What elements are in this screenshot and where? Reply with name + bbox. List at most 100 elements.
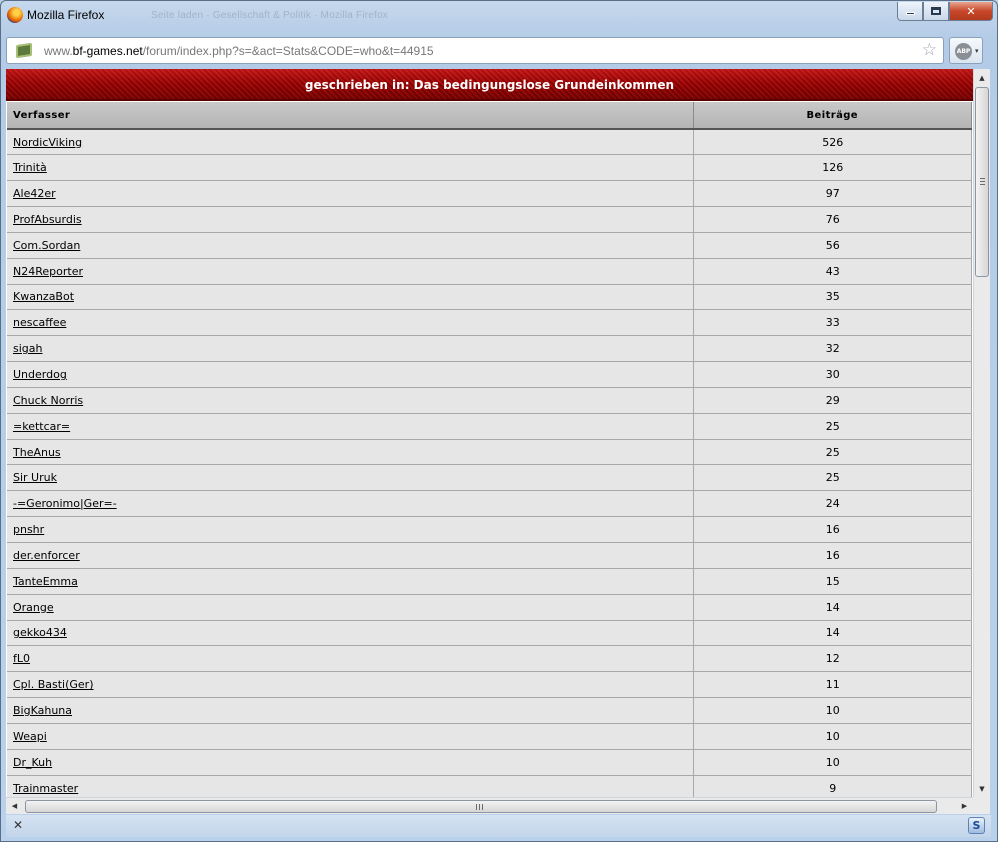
author-cell: -=Geronimo|Ger=- — [7, 490, 694, 518]
adblock-plus-button[interactable]: ABP ▾ — [949, 37, 983, 64]
table-row: Cpl. Basti(Ger) 11 — [7, 671, 972, 699]
bookmark-star-icon[interactable]: ☆ — [922, 40, 937, 60]
scroll-up-arrow-icon[interactable]: ▲ — [974, 69, 990, 86]
author-cell: ProfAbsurdis — [7, 206, 694, 233]
url-bar[interactable]: www.bf-games.net/forum/index.php?s=&act=… — [6, 37, 944, 64]
close-button[interactable]: ✕ — [949, 2, 993, 21]
table-row: N24Reporter 43 — [7, 258, 972, 285]
author-cell: Weapi — [7, 723, 694, 750]
author-link[interactable]: Weapi — [13, 730, 47, 743]
author-link[interactable]: pnshr — [13, 523, 44, 536]
table-row: fL0 12 — [7, 645, 972, 673]
url-prefix: www. — [44, 44, 73, 58]
table-row: TheAnus 25 — [7, 439, 972, 466]
posts-count: 526 — [693, 129, 972, 156]
table-row: nescaffee 33 — [7, 309, 972, 337]
grip-icon — [476, 804, 483, 810]
table-row: gekko434 14 — [7, 620, 972, 647]
author-link[interactable]: Chuck Norris — [13, 394, 83, 407]
author-link[interactable]: =kettcar= — [13, 420, 70, 433]
firefox-logo-icon — [7, 7, 23, 23]
posts-count: 10 — [693, 749, 972, 776]
close-addon-bar-icon[interactable]: ✕ — [13, 818, 23, 832]
author-cell: Trainmaster — [7, 775, 694, 797]
author-link[interactable]: -=Geronimo|Ger=- — [13, 497, 117, 510]
title-bar[interactable]: Mozilla Firefox Seite laden · Gesellscha… — [1, 1, 997, 31]
vertical-scrollbar[interactable]: ▲ ▼ — [973, 69, 990, 797]
author-link[interactable]: sigah — [13, 342, 42, 355]
posts-count: 126 — [693, 154, 972, 182]
author-link[interactable]: gekko434 — [13, 626, 67, 639]
posts-count: 24 — [693, 490, 972, 518]
author-link[interactable]: NordicViking — [13, 136, 82, 149]
author-link[interactable]: KwanzaBot — [13, 290, 74, 303]
author-link[interactable]: TheAnus — [13, 446, 61, 459]
minimize-button[interactable] — [897, 2, 923, 21]
table-row: Com.Sordan 56 — [7, 232, 972, 259]
author-link[interactable]: der.enforcer — [13, 549, 80, 562]
url-text[interactable]: www.bf-games.net/forum/index.php?s=&act=… — [44, 44, 434, 58]
author-cell: Sir Uruk — [7, 464, 694, 492]
posts-count: 11 — [693, 671, 972, 699]
author-link[interactable]: Sir Uruk — [13, 471, 57, 484]
posts-count: 43 — [693, 258, 972, 285]
minimize-icon — [905, 12, 915, 15]
author-cell: Dr_Kuh — [7, 749, 694, 776]
status-bar: ✕ S — [6, 815, 991, 837]
maximize-button[interactable] — [923, 2, 949, 21]
vertical-scroll-thumb[interactable] — [975, 87, 989, 277]
author-link[interactable]: BigKahuna — [13, 704, 72, 717]
author-link[interactable]: ProfAbsurdis — [13, 213, 82, 226]
author-link[interactable]: Dr_Kuh — [13, 756, 52, 769]
author-link[interactable]: Underdog — [13, 368, 67, 381]
column-header-author: Verfasser — [7, 102, 694, 130]
author-link[interactable]: nescaffee — [13, 316, 66, 329]
table-row: Chuck Norris 29 — [7, 387, 972, 414]
posts-count: 25 — [693, 439, 972, 466]
scroll-right-arrow-icon[interactable]: ▶ — [956, 798, 973, 814]
table-row: Trinità 126 — [7, 154, 972, 182]
author-cell: sigah — [7, 335, 694, 363]
author-link[interactable]: Trinità — [13, 161, 47, 174]
table-row: Orange 14 — [7, 594, 972, 621]
table-row: der.enforcer 16 — [7, 542, 972, 569]
author-link[interactable]: Cpl. Basti(Ger) — [13, 678, 94, 691]
author-link[interactable]: TanteEmma — [13, 575, 78, 588]
author-cell: Trinità — [7, 154, 694, 182]
author-link[interactable]: Ale42er — [13, 187, 56, 200]
posts-count: 16 — [693, 542, 972, 569]
addon-s-icon[interactable]: S — [968, 817, 985, 834]
posts-count: 76 — [693, 206, 972, 233]
posts-count: 56 — [693, 232, 972, 259]
scrollbar-corner — [973, 797, 990, 814]
horizontal-scroll-thumb[interactable] — [25, 800, 937, 813]
table-row: pnshr 16 — [7, 516, 972, 543]
table-row: -=Geronimo|Ger=- 24 — [7, 490, 972, 518]
posts-count: 30 — [693, 361, 972, 388]
author-cell: Cpl. Basti(Ger) — [7, 671, 694, 699]
table-row: ProfAbsurdis 76 — [7, 206, 972, 233]
scroll-left-arrow-icon[interactable]: ◀ — [6, 798, 23, 814]
adblock-icon: ABP — [955, 43, 972, 60]
horizontal-scrollbar[interactable]: ◀ ▶ — [6, 797, 973, 814]
chevron-down-icon[interactable]: ▾ — [975, 47, 979, 55]
author-link[interactable]: N24Reporter — [13, 265, 83, 278]
page-content: geschrieben in: Das bedingungslose Grund… — [6, 69, 973, 797]
author-cell: TanteEmma — [7, 568, 694, 595]
poster-stats-table: Verfasser Beiträge NordicViking 526 Trinit… — [7, 102, 972, 797]
table-row: sigah 32 — [7, 335, 972, 363]
author-link[interactable]: fL0 — [13, 652, 30, 665]
url-domain: bf-games.net — [72, 44, 143, 58]
posts-count: 10 — [693, 697, 972, 724]
author-link[interactable]: Trainmaster — [13, 782, 78, 795]
author-cell: Com.Sordan — [7, 232, 694, 259]
scroll-down-arrow-icon[interactable]: ▼ — [974, 780, 990, 797]
author-link[interactable]: Com.Sordan — [13, 239, 80, 252]
author-link[interactable]: Orange — [13, 601, 54, 614]
author-cell: gekko434 — [7, 620, 694, 647]
background-window-title: Seite laden · Gesellschaft & Politik · M… — [151, 10, 388, 21]
table-row: Ale42er 97 — [7, 180, 972, 208]
posts-count: 35 — [693, 284, 972, 311]
posts-count: 9 — [693, 775, 972, 797]
site-identity-icon[interactable] — [16, 42, 32, 59]
